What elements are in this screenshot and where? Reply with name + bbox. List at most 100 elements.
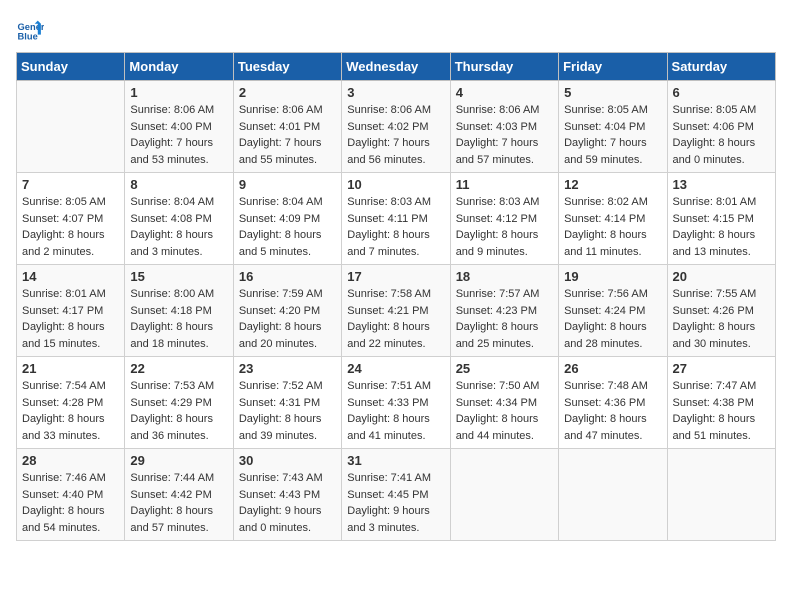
- day-number: 8: [130, 177, 227, 192]
- cell-info: Sunrise: 7:53 AMSunset: 4:29 PMDaylight:…: [130, 378, 227, 444]
- calendar-cell: [559, 449, 667, 541]
- cell-info: Sunrise: 7:46 AMSunset: 4:40 PMDaylight:…: [22, 470, 119, 536]
- day-number: 11: [456, 177, 553, 192]
- calendar-cell: 27 Sunrise: 7:47 AMSunset: 4:38 PMDayligh…: [667, 357, 775, 449]
- day-number: 20: [673, 269, 770, 284]
- calendar-cell: 22Sunrise: 7:53 AMSunset: 4:29 PMDayligh…: [125, 357, 233, 449]
- cell-info: Sunrise: 8:04 AMSunset: 4:09 PMDaylight:…: [239, 194, 336, 260]
- cell-info: Sunrise: 7:55 AMSunset: 4:26 PMDaylight:…: [673, 286, 770, 352]
- day-number: 24: [347, 361, 444, 376]
- calendar-cell: 10Sunrise: 8:03 AMSunset: 4:11 PMDayligh…: [342, 173, 450, 265]
- day-header-sunday: Sunday: [17, 53, 125, 81]
- day-number: 14: [22, 269, 119, 284]
- cell-info: Sunrise: 7:59 AMSunset: 4:20 PMDaylight:…: [239, 286, 336, 352]
- header-row: SundayMondayTuesdayWednesdayThursdayFrid…: [17, 53, 776, 81]
- calendar-cell: 2Sunrise: 8:06 AMSunset: 4:01 PMDaylight…: [233, 81, 341, 173]
- cell-info: Sunrise: 7:43 AMSunset: 4:43 PMDaylight:…: [239, 470, 336, 536]
- day-header-monday: Monday: [125, 53, 233, 81]
- day-number: 12: [564, 177, 661, 192]
- week-row-5: 28 Sunrise: 7:46 AMSunset: 4:40 PMDayligh…: [17, 449, 776, 541]
- day-number: 13: [673, 177, 770, 192]
- calendar-cell: 18 Sunrise: 7:57 AMSunset: 4:23 PMDayligh…: [450, 265, 558, 357]
- day-number: 29: [130, 453, 227, 468]
- calendar-cell: 1Sunrise: 8:06 AMSunset: 4:00 PMDaylight…: [125, 81, 233, 173]
- day-number: 28: [22, 453, 119, 468]
- cell-info: Sunrise: 8:06 AMSunset: 4:02 PMDaylight:…: [347, 102, 444, 168]
- calendar-cell: 19 Sunrise: 7:56 AMSunset: 4:24 PMDayligh…: [559, 265, 667, 357]
- day-header-wednesday: Wednesday: [342, 53, 450, 81]
- calendar-cell: 20 Sunrise: 7:55 AMSunset: 4:26 PMDayligh…: [667, 265, 775, 357]
- cell-info: Sunrise: 8:00 AMSunset: 4:18 PMDaylight:…: [130, 286, 227, 352]
- calendar-cell: 9 Sunrise: 8:04 AMSunset: 4:09 PMDaylight…: [233, 173, 341, 265]
- calendar-cell: [17, 81, 125, 173]
- calendar-cell: 3 Sunrise: 8:06 AMSunset: 4:02 PMDaylight…: [342, 81, 450, 173]
- calendar-cell: [450, 449, 558, 541]
- day-number: 6: [673, 85, 770, 100]
- cell-info: Sunrise: 7:47 AMSunset: 4:38 PMDaylight:…: [673, 378, 770, 444]
- day-number: 3: [347, 85, 444, 100]
- calendar-cell: 15Sunrise: 8:00 AMSunset: 4:18 PMDayligh…: [125, 265, 233, 357]
- day-number: 4: [456, 85, 553, 100]
- cell-info: Sunrise: 8:06 AMSunset: 4:03 PMDaylight:…: [456, 102, 553, 168]
- day-number: 31: [347, 453, 444, 468]
- week-row-2: 7 Sunrise: 8:05 AMSunset: 4:07 PMDaylight…: [17, 173, 776, 265]
- cell-info: Sunrise: 8:01 AMSunset: 4:15 PMDaylight:…: [673, 194, 770, 260]
- calendar-cell: [667, 449, 775, 541]
- cell-info: Sunrise: 7:56 AMSunset: 4:24 PMDaylight:…: [564, 286, 661, 352]
- calendar-cell: 11 Sunrise: 8:03 AMSunset: 4:12 PMDayligh…: [450, 173, 558, 265]
- cell-info: Sunrise: 8:05 AMSunset: 4:04 PMDaylight:…: [564, 102, 661, 168]
- day-number: 26: [564, 361, 661, 376]
- day-number: 10: [347, 177, 444, 192]
- cell-info: Sunrise: 8:05 AMSunset: 4:06 PMDaylight:…: [673, 102, 770, 168]
- day-number: 7: [22, 177, 119, 192]
- calendar-cell: 7 Sunrise: 8:05 AMSunset: 4:07 PMDaylight…: [17, 173, 125, 265]
- calendar-cell: 29 Sunrise: 7:44 AMSunset: 4:42 PMDayligh…: [125, 449, 233, 541]
- day-number: 21: [22, 361, 119, 376]
- calendar-cell: 14 Sunrise: 8:01 AMSunset: 4:17 PMDayligh…: [17, 265, 125, 357]
- calendar-cell: 16Sunrise: 7:59 AMSunset: 4:20 PMDayligh…: [233, 265, 341, 357]
- day-header-friday: Friday: [559, 53, 667, 81]
- calendar-cell: 5 Sunrise: 8:05 AMSunset: 4:04 PMDaylight…: [559, 81, 667, 173]
- calendar-cell: 24 Sunrise: 7:51 AMSunset: 4:33 PMDayligh…: [342, 357, 450, 449]
- day-header-tuesday: Tuesday: [233, 53, 341, 81]
- cell-info: Sunrise: 8:04 AMSunset: 4:08 PMDaylight:…: [130, 194, 227, 260]
- calendar-cell: 26 Sunrise: 7:48 AMSunset: 4:36 PMDayligh…: [559, 357, 667, 449]
- day-number: 19: [564, 269, 661, 284]
- cell-info: Sunrise: 7:58 AMSunset: 4:21 PMDaylight:…: [347, 286, 444, 352]
- day-number: 27: [673, 361, 770, 376]
- cell-info: Sunrise: 7:48 AMSunset: 4:36 PMDaylight:…: [564, 378, 661, 444]
- day-number: 25: [456, 361, 553, 376]
- logo: General Blue: [16, 16, 48, 44]
- calendar-cell: 23 Sunrise: 7:52 AMSunset: 4:31 PMDayligh…: [233, 357, 341, 449]
- cell-info: Sunrise: 8:06 AMSunset: 4:01 PMDaylight:…: [239, 102, 336, 168]
- calendar-cell: 8 Sunrise: 8:04 AMSunset: 4:08 PMDaylight…: [125, 173, 233, 265]
- day-header-thursday: Thursday: [450, 53, 558, 81]
- day-number: 9: [239, 177, 336, 192]
- cell-info: Sunrise: 7:50 AMSunset: 4:34 PMDaylight:…: [456, 378, 553, 444]
- calendar-cell: 28 Sunrise: 7:46 AMSunset: 4:40 PMDayligh…: [17, 449, 125, 541]
- calendar-cell: 25 Sunrise: 7:50 AMSunset: 4:34 PMDayligh…: [450, 357, 558, 449]
- cell-info: Sunrise: 8:03 AMSunset: 4:12 PMDaylight:…: [456, 194, 553, 260]
- week-row-4: 21 Sunrise: 7:54 AMSunset: 4:28 PMDayligh…: [17, 357, 776, 449]
- cell-info: Sunrise: 8:02 AMSunset: 4:14 PMDaylight:…: [564, 194, 661, 260]
- cell-info: Sunrise: 8:01 AMSunset: 4:17 PMDaylight:…: [22, 286, 119, 352]
- day-number: 30: [239, 453, 336, 468]
- calendar-cell: 4 Sunrise: 8:06 AMSunset: 4:03 PMDaylight…: [450, 81, 558, 173]
- cell-info: Sunrise: 7:57 AMSunset: 4:23 PMDaylight:…: [456, 286, 553, 352]
- cell-info: Sunrise: 7:44 AMSunset: 4:42 PMDaylight:…: [130, 470, 227, 536]
- calendar-cell: 21 Sunrise: 7:54 AMSunset: 4:28 PMDayligh…: [17, 357, 125, 449]
- day-number: 23: [239, 361, 336, 376]
- calendar-cell: 30 Sunrise: 7:43 AMSunset: 4:43 PMDayligh…: [233, 449, 341, 541]
- cell-info: Sunrise: 7:54 AMSunset: 4:28 PMDaylight:…: [22, 378, 119, 444]
- calendar-cell: 31 Sunrise: 7:41 AMSunset: 4:45 PMDayligh…: [342, 449, 450, 541]
- cell-info: Sunrise: 7:52 AMSunset: 4:31 PMDaylight:…: [239, 378, 336, 444]
- day-number: 18: [456, 269, 553, 284]
- cell-info: Sunrise: 7:51 AMSunset: 4:33 PMDaylight:…: [347, 378, 444, 444]
- cell-info: Sunrise: 7:41 AMSunset: 4:45 PMDaylight:…: [347, 470, 444, 536]
- cell-info: Sunrise: 8:05 AMSunset: 4:07 PMDaylight:…: [22, 194, 119, 260]
- day-header-saturday: Saturday: [667, 53, 775, 81]
- cell-info: Sunrise: 8:06 AMSunset: 4:00 PMDaylight:…: [130, 102, 227, 168]
- logo-icon: General Blue: [16, 16, 44, 44]
- day-number: 5: [564, 85, 661, 100]
- header: General Blue: [16, 16, 776, 44]
